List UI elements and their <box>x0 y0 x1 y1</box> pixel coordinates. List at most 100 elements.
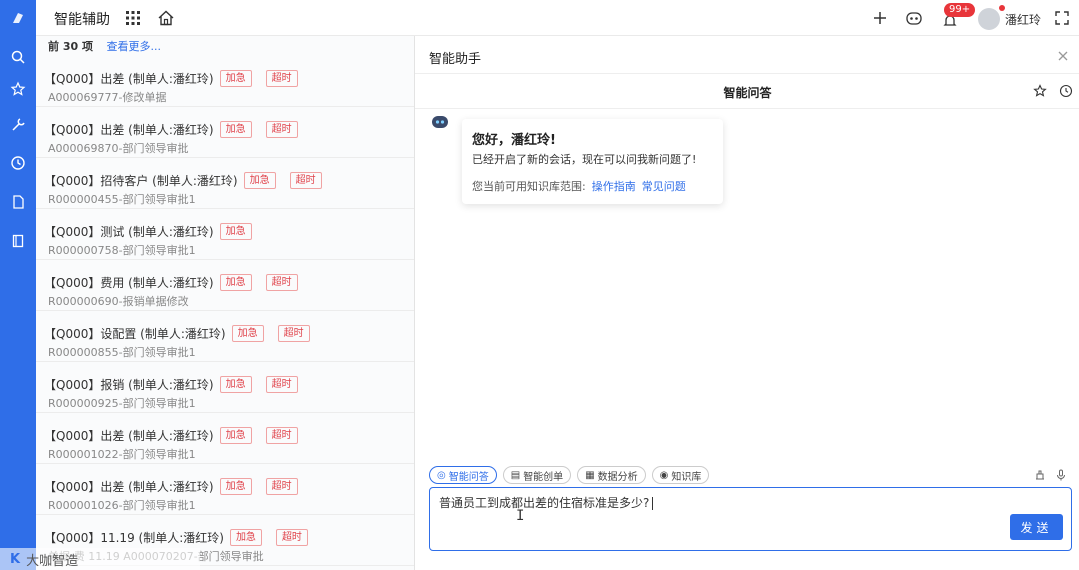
scope-link-faq[interactable]: 常见问题 <box>642 180 686 193</box>
list-item[interactable]: 【Q000】出差 (制单人:潘红玲) 加急 超时 R000001022-部门领导审批1 <box>36 413 414 464</box>
watermark: K 大咖智造 <box>0 548 200 570</box>
apps-grid-icon[interactable] <box>125 10 141 26</box>
list-item-subtitle: A000069870-部门领导审批 <box>48 142 189 155</box>
overdue-tag: 超时 <box>265 121 298 138</box>
form-icon: ▤ <box>510 469 521 481</box>
favorite-star-icon[interactable] <box>1033 84 1047 98</box>
task-list: 前 30 项 查看更多... 【Q000】出差 (制单人:潘红玲) 加急 超时 A00… <box>36 36 414 570</box>
scope-link-guide[interactable]: 操作指南 <box>592 180 636 193</box>
urgent-tag: 加急 <box>229 529 262 546</box>
scope-label: 您当前可用知识库范围: <box>472 180 586 193</box>
panel-title: 智能助手 <box>429 52 482 67</box>
list-item-title-line: 【Q000】出差 (制单人:潘红玲) 加急 超时 <box>44 70 298 87</box>
urgent-tag: 加急 <box>219 70 252 87</box>
send-button[interactable]: 发送 <box>1010 514 1063 540</box>
list-item-title: 【Q000】11.19 (制单人:潘红玲) <box>44 531 224 545</box>
mode-toolbar: ◎ 智能问答 ▤ 智能创单 ▦ 数据分析 ◉ 知识库 <box>429 465 715 485</box>
view-more-link[interactable]: 查看更多... <box>106 40 161 53</box>
list-item[interactable]: 【Q000】出差 (制单人:潘红玲) 加急 超时 R000001026-部门领导审批1 <box>36 464 414 515</box>
list-item[interactable]: 【Q000】设配置 (制单人:潘红玲) 加急 超时 R000000855-部门领导审批… <box>36 311 414 362</box>
list-item-title-line: 【Q000】出差 (制单人:潘红玲) 加急 超时 <box>44 427 298 444</box>
list-item-subtitle: R000000690-报销单据修改 <box>48 295 189 308</box>
list-item[interactable]: 【Q000】出差 (制单人:潘红玲) 加急 超时 A000069870-部门领导审批 <box>36 107 414 158</box>
clear-icon[interactable] <box>1034 469 1046 481</box>
list-item-title: 【Q000】设配置 (制单人:潘红玲) <box>44 327 226 341</box>
notification-badge: 99+ <box>944 3 976 17</box>
list-item-subtitle: R000000855-部门领导审批1 <box>48 346 196 359</box>
list-item[interactable]: 【Q000】测试 (制单人:潘红玲) 加急 R000000758-部门领导审批1 <box>36 209 414 260</box>
list-item-subtitle: R000000925-部门领导审批1 <box>48 397 196 410</box>
question-input-value: 普通员工到成都出差的住宿标准是多少? <box>439 496 650 510</box>
home-icon[interactable] <box>157 9 175 27</box>
list-item-title-line: 【Q000】报销 (制单人:潘红玲) 加急 超时 <box>44 376 298 393</box>
tool-smart-create[interactable]: ▤ 智能创单 <box>502 466 572 484</box>
document-icon[interactable] <box>8 192 28 212</box>
chat-icon: ◎ <box>437 469 446 481</box>
overdue-tag: 超时 <box>265 70 298 87</box>
book-icon[interactable] <box>8 231 28 251</box>
list-item[interactable]: 【Q000】报销 (制单人:潘红玲) 加急 超时 R000000925-部门领导审批1 <box>36 362 414 413</box>
list-item[interactable]: 【Q000】招待客户 (制单人:潘红玲) 加急 超时 R000000455-部门领导审… <box>36 158 414 209</box>
ibeam-cursor-icon: I <box>516 508 525 524</box>
urgent-tag: 加急 <box>231 325 264 342</box>
microphone-icon[interactable] <box>1055 469 1067 481</box>
star-icon[interactable] <box>8 79 28 99</box>
overdue-tag: 超时 <box>289 172 322 189</box>
bot-avatar-icon <box>432 116 448 128</box>
knowledge-scope: 您当前可用知识库范围: 操作指南 常见问题 <box>472 178 686 194</box>
list-item-title: 【Q000】出差 (制单人:潘红玲) <box>44 480 214 494</box>
assistant-panel: 智能助手 智能问答 您好，潘红玲! 已经开启了新的会话，现在可以问我新问题了! … <box>414 36 1079 570</box>
list-item-title-line: 【Q000】11.19 (制单人:潘红玲) 加急 超时 <box>44 529 308 546</box>
avatar[interactable] <box>978 8 1000 30</box>
list-item-title-line: 【Q000】费用 (制单人:潘红玲) 加急 超时 <box>44 274 298 291</box>
list-item-title: 【Q000】费用 (制单人:潘红玲) <box>44 276 214 290</box>
text-caret <box>652 497 654 510</box>
overdue-tag: 超时 <box>265 427 298 444</box>
wrench-icon[interactable] <box>8 115 28 135</box>
add-icon[interactable] <box>873 11 887 25</box>
list-header: 前 30 项 查看更多... <box>48 38 161 54</box>
list-item-title: 【Q000】报销 (制单人:潘红玲) <box>44 378 214 392</box>
urgent-tag: 加急 <box>219 223 252 240</box>
qa-header-bar: 智能问答 <box>415 73 1079 109</box>
list-count: 前 30 项 <box>48 40 93 53</box>
list-item-subtitle: R000001022-部门领导审批1 <box>48 448 196 461</box>
close-icon[interactable] <box>1057 50 1069 62</box>
top-header: 智能辅助 99+ 潘红玲 <box>36 0 1079 36</box>
list-item[interactable]: 【Q000】费用 (制单人:潘红玲) 加急 超时 R000000690-报销单据修改 <box>36 260 414 311</box>
list-item[interactable]: 【Q000】出差 (制单人:潘红玲) 加急 超时 A000069777-修改单据 <box>36 56 414 107</box>
overdue-tag: 超时 <box>277 325 310 342</box>
watermark-text: 大咖智造 <box>26 553 79 569</box>
list-item-title-line: 【Q000】测试 (制单人:潘红玲) 加急 <box>44 223 252 240</box>
tool-smart-qa[interactable]: ◎ 智能问答 <box>429 466 497 484</box>
welcome-message-bubble: 您好，潘红玲! 已经开启了新的会话，现在可以问我新问题了! 您当前可用知识库范围… <box>462 119 723 204</box>
overdue-tag: 超时 <box>265 274 298 291</box>
overdue-tag: 超时 <box>265 376 298 393</box>
urgent-tag: 加急 <box>219 376 252 393</box>
brand-logo-icon[interactable] <box>8 8 28 28</box>
tool-data-analysis[interactable]: ▦ 数据分析 <box>577 466 646 484</box>
left-nav-rail <box>0 0 36 570</box>
session-message: 已经开启了新的会话，现在可以问我新问题了! <box>472 153 697 166</box>
urgent-tag: 加急 <box>219 274 252 291</box>
overdue-tag: 超时 <box>265 478 298 495</box>
clock-icon[interactable] <box>8 153 28 173</box>
list-item-title-line: 【Q000】出差 (制单人:潘红玲) 加急 超时 <box>44 478 298 495</box>
list-item-title-line: 【Q000】招待客户 (制单人:潘红玲) 加急 超时 <box>44 172 322 189</box>
app-title: 智能辅助 <box>54 12 110 28</box>
tool-knowledge-base[interactable]: ◉ 知识库 <box>651 466 710 484</box>
urgent-tag: 加急 <box>219 427 252 444</box>
chart-icon: ▦ <box>585 469 595 481</box>
fullscreen-icon[interactable] <box>1055 11 1069 25</box>
knowledge-icon: ◉ <box>659 469 669 481</box>
search-icon[interactable] <box>8 47 28 67</box>
urgent-tag: 加急 <box>219 478 252 495</box>
greeting-text: 您好，潘红玲! <box>472 133 556 148</box>
history-clock-icon[interactable] <box>1059 84 1073 98</box>
user-name[interactable]: 潘红玲 <box>1005 11 1041 28</box>
list-item-title: 【Q000】出差 (制单人:潘红玲) <box>44 72 214 86</box>
question-input[interactable]: 普通员工到成都出差的住宿标准是多少? I 发送 <box>429 487 1072 551</box>
list-item-subtitle: R000000455-部门领导审批1 <box>48 193 196 206</box>
list-item-title-line: 【Q000】出差 (制单人:潘红玲) 加急 超时 <box>44 121 298 138</box>
robot-assistant-icon[interactable] <box>905 9 923 27</box>
